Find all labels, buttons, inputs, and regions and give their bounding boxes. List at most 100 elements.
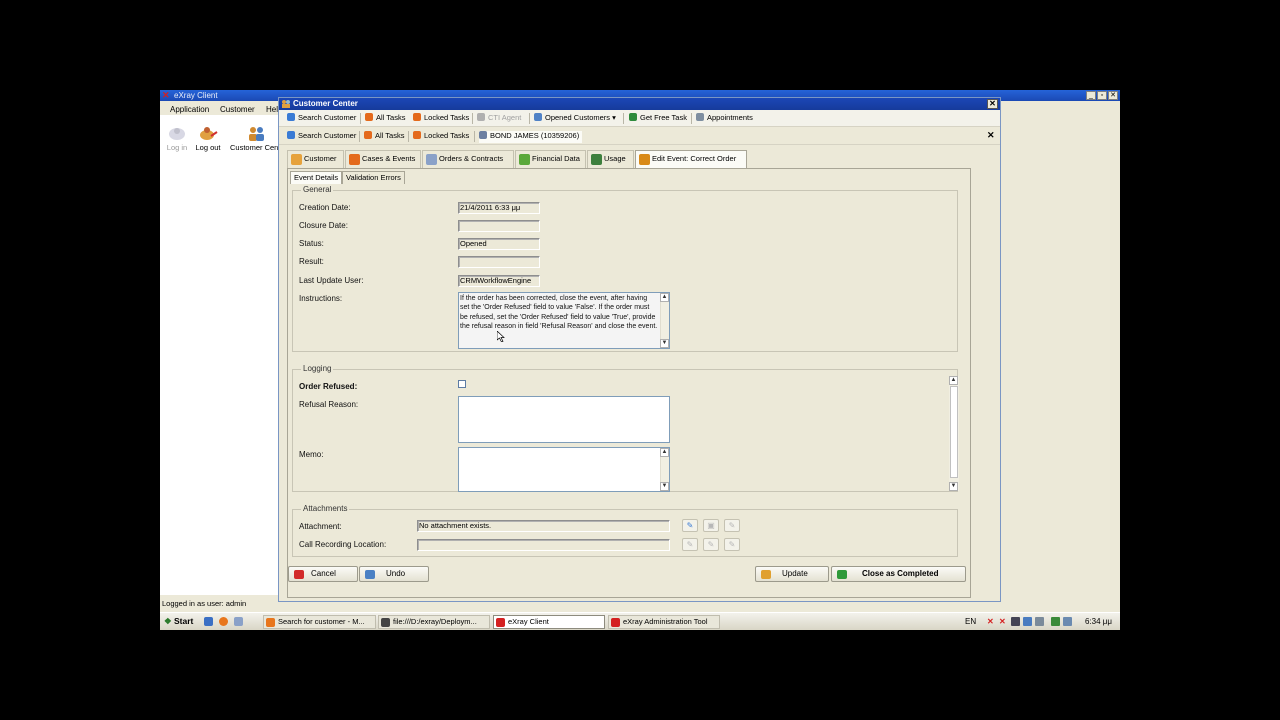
monitor-icon[interactable] (1011, 617, 1020, 626)
chevron-down-icon[interactable]: ▾ (612, 113, 616, 122)
close-customer-center-button[interactable]: ✕ (987, 99, 998, 109)
tab-locked-tasks-label: Locked Tasks (424, 131, 470, 140)
search-icon (287, 113, 295, 121)
general-group: General Creation Date: 21/4/2011 6:33 μμ… (292, 185, 958, 352)
toolbar-appointments[interactable]: Appointments (696, 113, 753, 125)
refusal-reason-textarea[interactable] (458, 396, 670, 443)
menu-customer[interactable]: Customer (220, 105, 255, 114)
play-recording-button[interactable]: ✎ (703, 538, 719, 551)
edit-icon (639, 154, 650, 165)
general-group-title: General (301, 185, 334, 194)
instructions-textarea[interactable]: If the order has been corrected, close t… (458, 292, 670, 349)
volume-icon[interactable] (1063, 617, 1072, 626)
explorer-icon[interactable] (234, 617, 243, 626)
open-attachment-button[interactable]: ▣ (703, 519, 719, 532)
subtab-event-details[interactable]: Event Details (290, 171, 343, 184)
order-refused-checkbox[interactable] (458, 380, 466, 388)
scroll-up-icon[interactable]: ▲ (660, 448, 669, 457)
last-update-user-label: Last Update User: (299, 276, 364, 285)
toolbar-get-free-task[interactable]: Get Free Task (629, 113, 687, 125)
tab-customer[interactable]: Customer (287, 150, 344, 168)
tab-usage[interactable]: Usage (587, 150, 634, 168)
remove-attachment-button[interactable]: ✎ (724, 519, 740, 532)
logging-scrollbar[interactable]: ▲ ▼ (949, 376, 959, 491)
toolbar-search-customer[interactable]: Search Customer (287, 113, 356, 125)
memo-scrollbar[interactable]: ▲ ▼ (660, 448, 669, 491)
settings-icon[interactable] (1035, 617, 1044, 626)
restore-button[interactable]: ▫ (1097, 91, 1107, 100)
tab-orders-contracts[interactable]: Orders & Contracts (422, 150, 514, 168)
toolbar-cti-agent[interactable]: CTI Agent (477, 113, 521, 125)
cancel-button[interactable]: Cancel (288, 566, 358, 582)
close-as-completed-button[interactable]: Close as Completed (831, 566, 966, 582)
scroll-up-icon[interactable]: ▲ (660, 293, 669, 302)
scroll-down-icon[interactable]: ▼ (660, 339, 669, 348)
scroll-down-icon[interactable]: ▼ (949, 482, 958, 491)
tab-cases-events[interactable]: Cases & Events (345, 150, 421, 168)
security-icon[interactable] (1051, 617, 1060, 626)
last-update-user-field: CRMWorkflowEngine (458, 275, 540, 287)
clock[interactable]: 6:34 μμ (1085, 617, 1112, 626)
tab-all-tasks[interactable]: All Tasks (364, 131, 404, 143)
toolbar-opened-customers[interactable]: Opened Customers ▾ (534, 113, 616, 125)
toolbar-opened-customers-label: Opened Customers (545, 113, 611, 122)
toolbar-separator (408, 131, 409, 142)
exray-tray-icon[interactable]: ✕ (987, 617, 996, 626)
undo-button[interactable]: Undo (359, 566, 429, 582)
language-indicator[interactable]: EN (965, 617, 976, 626)
close-customer-tab-button[interactable]: ✕ (987, 130, 995, 141)
tab-search-customer[interactable]: Search Customer (287, 131, 356, 143)
refusal-reason-label: Refusal Reason: (299, 400, 359, 409)
firefox-icon[interactable] (219, 617, 228, 626)
network-icon[interactable] (1023, 617, 1032, 626)
scroll-down-icon[interactable]: ▼ (660, 482, 669, 491)
closure-date-label: Closure Date: (299, 221, 348, 230)
start-button[interactable]: ❖ Start (161, 615, 197, 629)
customer-center-button[interactable]: Customer Center (230, 124, 282, 152)
play-recording-icon: ✎ (707, 540, 715, 549)
update-button-label: Update (782, 569, 808, 578)
scrollbar-thumb[interactable] (950, 386, 958, 478)
task-exray-admin-tool[interactable]: eXray Administration Tool (608, 615, 720, 629)
open-file-icon: ▣ (707, 521, 715, 530)
close-app-button[interactable]: ✕ (1108, 91, 1118, 100)
tab-locked-tasks[interactable]: Locked Tasks (413, 131, 469, 143)
instructions-scrollbar[interactable]: ▲ ▼ (660, 293, 669, 348)
show-desktop-icon[interactable] (204, 617, 213, 626)
exray-tray-icon[interactable]: ✕ (999, 617, 1008, 626)
task-search-customer[interactable]: Search for customer - M... (263, 615, 376, 629)
menu-application[interactable]: Application (170, 105, 209, 114)
toolbar-separator (691, 113, 692, 124)
undo-button-label: Undo (386, 569, 406, 578)
remove-attachment-icon: ✎ (728, 521, 736, 530)
add-attachment-button[interactable]: ✎ (682, 519, 698, 532)
customer-center-title: Customer Center (293, 99, 358, 108)
memo-textarea[interactable]: ▲ ▼ (458, 447, 670, 492)
log-in-button[interactable]: Log in (162, 124, 192, 152)
task-file-deployment[interactable]: file:///D:/exray/Deploym... (378, 615, 490, 629)
minimize-button[interactable]: _ (1086, 91, 1096, 100)
cases-icon (349, 154, 360, 165)
tasks-icon (365, 113, 373, 121)
customer-center-title-bar: Customer Center ✕ (279, 98, 1000, 110)
scroll-up-icon[interactable]: ▲ (949, 376, 958, 385)
main-toolbar: Search Customer All Tasks Locked Tasks C… (279, 110, 1000, 127)
task-label: eXray Administration Tool (623, 617, 708, 626)
remove-recording-button[interactable]: ✎ (724, 538, 740, 551)
task-exray-client[interactable]: eXray Client (493, 615, 605, 629)
log-in-label: Log in (166, 143, 188, 152)
toolbar-separator (359, 131, 360, 142)
toolbar-locked-tasks[interactable]: Locked Tasks (413, 113, 469, 125)
tab-edit-event-label: Edit Event: Correct Order (652, 154, 737, 163)
toolbar-all-tasks[interactable]: All Tasks (365, 113, 405, 125)
tab-financial-data[interactable]: Financial Data (515, 150, 586, 168)
subtab-validation-errors[interactable]: Validation Errors (342, 171, 405, 184)
customer-center-icon (246, 124, 266, 142)
toolbar-get-free-task-label: Get Free Task (640, 113, 687, 122)
tab-customer-bond-james[interactable]: BOND JAMES (10359206) (479, 131, 583, 143)
update-button[interactable]: Update (755, 566, 829, 582)
add-recording-button[interactable]: ✎ (682, 538, 698, 551)
task-label: eXray Client (508, 617, 549, 626)
log-out-button[interactable]: Log out (192, 124, 224, 152)
tab-edit-event[interactable]: Edit Event: Correct Order (635, 150, 747, 168)
